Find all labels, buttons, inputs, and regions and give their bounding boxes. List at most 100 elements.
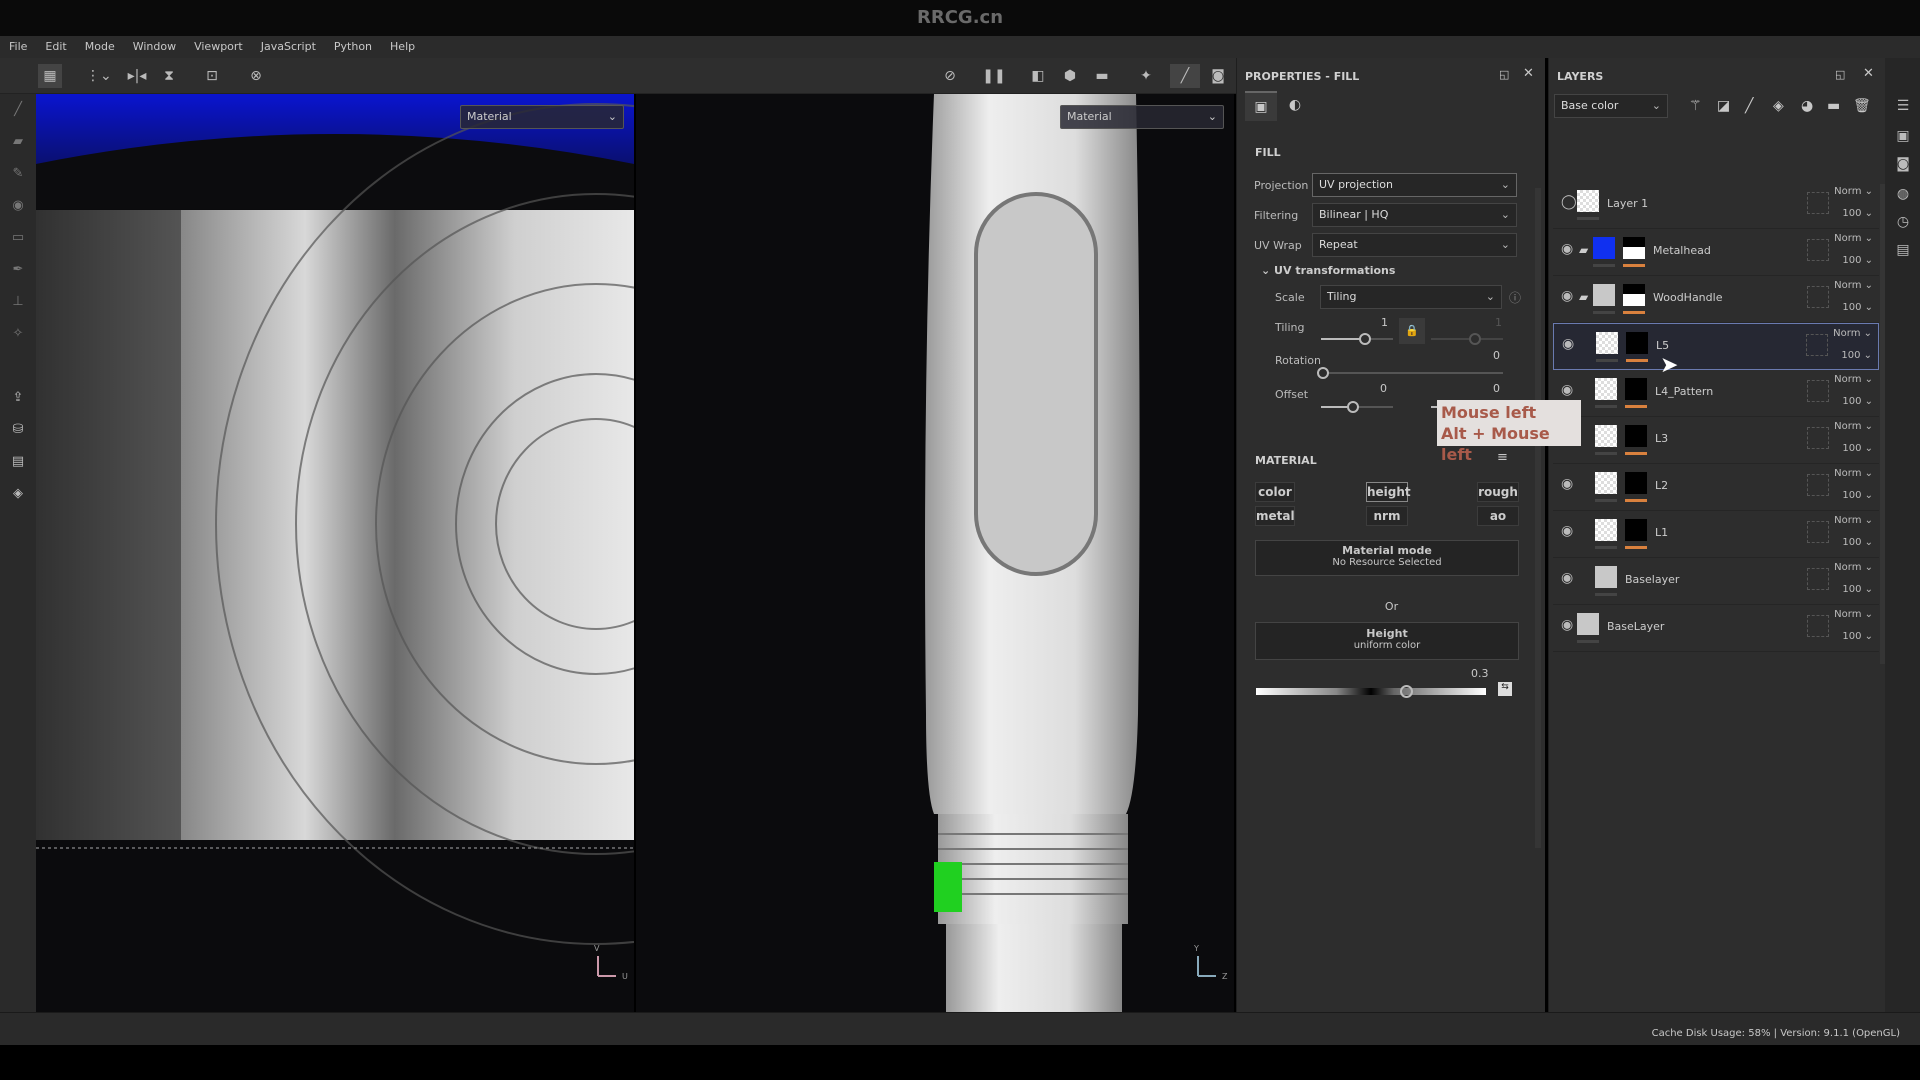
- visibility-eye-icon[interactable]: ◉: [1561, 570, 1573, 586]
- opacity-select[interactable]: 100 ⌄: [1842, 208, 1873, 219]
- menu-help[interactable]: Help: [381, 36, 424, 58]
- rotation-slider[interactable]: [1321, 372, 1503, 374]
- layer-row[interactable]: ◉ BaseLayer Norm ⌄ 100 ⌄: [1553, 605, 1879, 652]
- stamp-tool-icon[interactable]: ⊥: [8, 294, 28, 314]
- layer-effect-slot[interactable]: [1807, 474, 1829, 496]
- fill-tool-icon[interactable]: ✧: [8, 326, 28, 346]
- blend-mode-select[interactable]: Norm ⌄: [1834, 421, 1873, 432]
- viewport-3d-mode-select[interactable]: Material ⌄: [1060, 105, 1224, 129]
- layer-mask-thumbnail[interactable]: [1623, 237, 1645, 259]
- layer-effect-slot[interactable]: [1807, 427, 1829, 449]
- layer-effect-slot[interactable]: [1806, 334, 1828, 356]
- layer-mask-thumbnail[interactable]: [1623, 284, 1645, 306]
- layers-dock-icon[interactable]: ☰: [1893, 98, 1913, 118]
- visibility-eye-icon[interactable]: ◯: [1561, 194, 1577, 210]
- uv-select-icon[interactable]: ▦: [38, 64, 62, 88]
- blend-mode-select[interactable]: Norm ⌄: [1834, 374, 1873, 385]
- offset-u-handle[interactable]: [1347, 401, 1359, 413]
- layer-effect-slot[interactable]: [1807, 521, 1829, 543]
- visibility-eye-icon[interactable]: ◉: [1561, 523, 1573, 539]
- channel-rough[interactable]: rough: [1477, 482, 1519, 502]
- visibility-eye-icon[interactable]: ◉: [1561, 288, 1573, 304]
- layer-mask-thumbnail[interactable]: [1625, 425, 1647, 447]
- layer-row[interactable]: ◯ Layer 1 Norm ⌄ 100 ⌄: [1553, 182, 1879, 229]
- brush-tool-icon[interactable]: ╱: [8, 102, 28, 122]
- menu-javascript[interactable]: JavaScript: [252, 36, 325, 58]
- tiling-v-handle[interactable]: [1469, 333, 1481, 345]
- mirror-vertical-icon[interactable]: ⧗: [157, 64, 181, 88]
- add-folder-icon[interactable]: ▬: [1827, 98, 1840, 114]
- close-icon[interactable]: ✕: [1523, 66, 1534, 81]
- document-icon[interactable]: ▤: [8, 454, 28, 474]
- blend-mode-select[interactable]: Norm ⌄: [1834, 609, 1873, 620]
- visibility-eye-icon[interactable]: ◉: [1561, 241, 1573, 257]
- layer-mask-thumbnail[interactable]: [1625, 378, 1647, 400]
- channel-height[interactable]: height: [1366, 482, 1411, 502]
- menu-window[interactable]: Window: [124, 36, 185, 58]
- blend-mode-select[interactable]: Norm ⌄: [1834, 233, 1873, 244]
- export-icon[interactable]: ⇪: [8, 390, 28, 410]
- height-slider[interactable]: [1256, 688, 1486, 695]
- opacity-select[interactable]: 100 ⌄: [1842, 396, 1873, 407]
- layer-effect-slot[interactable]: [1807, 192, 1829, 214]
- layer-mask-thumbnail[interactable]: [1625, 519, 1647, 541]
- lock-tiling-button[interactable]: 🔒: [1399, 318, 1425, 344]
- hide-icon[interactable]: ⊘: [938, 64, 962, 88]
- shader-settings-icon[interactable]: ◍: [1893, 186, 1913, 206]
- brush-icon[interactable]: ╱: [1170, 64, 1200, 88]
- layer-row[interactable]: ◉ L5 Norm ⌄ 100 ⌄: [1553, 323, 1879, 370]
- height-uniform-button[interactable]: Height uniform color: [1255, 622, 1519, 660]
- pause-icon[interactable]: ❚❚: [982, 64, 1006, 88]
- layer-row[interactable]: ◉L3Norm ⌄100 ⌄: [1553, 417, 1879, 464]
- opacity-select[interactable]: 100 ⌄: [1842, 302, 1873, 313]
- blend-mode-select[interactable]: Norm ⌄: [1834, 186, 1873, 197]
- pen-tool-icon[interactable]: ✎: [8, 166, 28, 186]
- properties-scrollbar[interactable]: [1535, 188, 1541, 848]
- channel-ao[interactable]: ao: [1477, 506, 1519, 526]
- add-mask-icon[interactable]: ◪: [1717, 98, 1730, 114]
- opacity-select[interactable]: 100 ⌄: [1842, 537, 1873, 548]
- material-mode-button[interactable]: Material mode No Resource Selected: [1255, 540, 1519, 576]
- add-fill-layer-icon[interactable]: ◈: [1773, 98, 1784, 114]
- fit-view-icon[interactable]: ⊡: [200, 64, 224, 88]
- viewport-2d-mode-select[interactable]: Material ⌄: [460, 105, 624, 129]
- rotation-handle[interactable]: [1317, 367, 1329, 379]
- layer-effect-slot[interactable]: [1807, 286, 1829, 308]
- height-slider-handle[interactable]: [1400, 685, 1413, 698]
- randomize-icon[interactable]: ⇆: [1498, 682, 1512, 696]
- opacity-select[interactable]: 100 ⌄: [1842, 255, 1873, 266]
- visibility-eye-icon[interactable]: ◉: [1561, 382, 1573, 398]
- info-icon[interactable]: ⓘ: [1509, 289, 1521, 306]
- channel-metal[interactable]: metal: [1255, 506, 1295, 526]
- eraser-tool-icon[interactable]: ▰: [8, 134, 28, 154]
- opacity-select[interactable]: 100 ⌄: [1842, 584, 1873, 595]
- menu-python[interactable]: Python: [325, 36, 381, 58]
- cube-icon[interactable]: ⬢: [1058, 64, 1082, 88]
- tab-fill-properties[interactable]: ▣: [1245, 91, 1277, 121]
- mirror-horizontal-icon[interactable]: ▸|◂: [125, 64, 149, 88]
- layer-mask-thumbnail[interactable]: [1626, 332, 1648, 354]
- tab-material[interactable]: ◐: [1279, 91, 1311, 121]
- layer-mask-thumbnail[interactable]: [1625, 472, 1647, 494]
- uv-transformations-toggle[interactable]: ⌄ UV transformations: [1261, 264, 1395, 277]
- blend-mode-select[interactable]: Norm ⌄: [1834, 468, 1873, 479]
- wand-icon[interactable]: ✦: [1134, 64, 1158, 88]
- mesh-icon[interactable]: ◈: [8, 486, 28, 506]
- screenshot-icon[interactable]: ◙: [1206, 64, 1230, 88]
- menu-mode[interactable]: Mode: [76, 36, 124, 58]
- float-panel-icon[interactable]: ◱: [1835, 68, 1845, 81]
- blend-mode-select[interactable]: Norm ⌄: [1834, 515, 1873, 526]
- delete-layer-icon[interactable]: 🗑: [1853, 98, 1871, 114]
- smudge-tool-icon[interactable]: ◉: [8, 198, 28, 218]
- split-view-icon[interactable]: ◧: [1026, 64, 1050, 88]
- opacity-select[interactable]: 100 ⌄: [1842, 631, 1873, 642]
- 3d-viewport[interactable]: Material ⌄ Y Z: [636, 94, 1234, 1012]
- menu-file[interactable]: File: [0, 36, 36, 58]
- blend-mode-select[interactable]: Norm ⌄: [1833, 328, 1872, 339]
- layer-row[interactable]: ◉ L2 Norm ⌄ 100 ⌄: [1553, 464, 1879, 511]
- layer-row[interactable]: ◉ L1 Norm ⌄ 100 ⌄: [1553, 511, 1879, 558]
- tiling-v-slider[interactable]: [1431, 338, 1503, 340]
- add-effect-icon[interactable]: ◕: [1801, 98, 1813, 114]
- clone-tool-icon[interactable]: ▭: [8, 230, 28, 250]
- camera-video-icon[interactable]: ▬: [1090, 64, 1114, 88]
